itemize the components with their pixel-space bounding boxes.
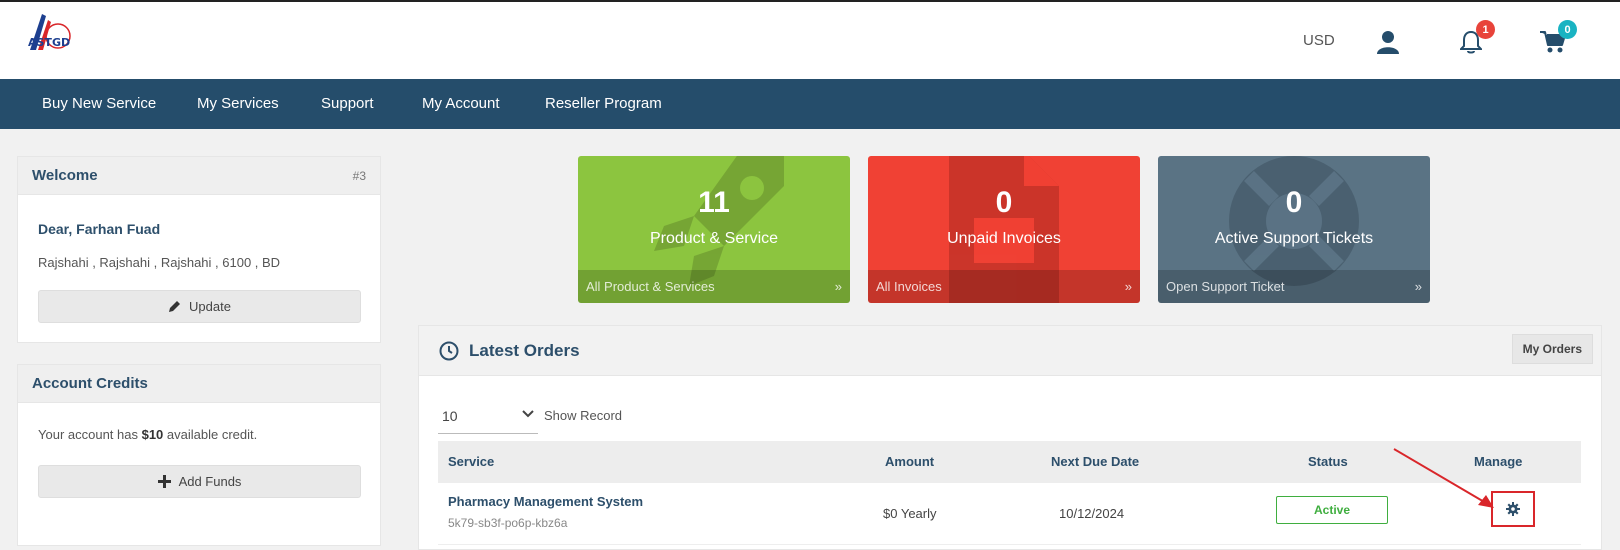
service-name-link[interactable]: Pharmacy Management System — [448, 494, 643, 509]
account-button[interactable] — [1370, 24, 1406, 60]
my-orders-button[interactable]: My Orders — [1511, 334, 1593, 364]
status-badge: Active — [1276, 496, 1388, 524]
tile-invoices-label: Unpaid Invoices — [947, 230, 1061, 247]
tile-product-link-text: All Product & Services — [586, 279, 715, 294]
update-button[interactable]: Update — [38, 290, 361, 323]
nav-my-services[interactable]: My Services — [197, 79, 279, 129]
page-size-value: 10 — [442, 408, 458, 424]
col-service: Service — [448, 454, 495, 469]
tile-tickets-link[interactable]: Open Support Ticket » — [1158, 270, 1430, 303]
latest-orders-title: Latest Orders — [469, 341, 580, 360]
add-funds-button[interactable]: Add Funds — [38, 465, 361, 498]
credits-text-before: Your account has — [38, 427, 142, 442]
service-amount: $0 Yearly — [883, 506, 937, 521]
tile-invoices-count: 0 — [995, 186, 1013, 219]
tile-tickets-count: 0 — [1285, 186, 1303, 219]
account-credits-panel: Account Credits Your account has $10 ava… — [17, 364, 381, 546]
tile-product-label: Product & Service — [649, 230, 779, 247]
tile-tickets-label: Active Support Tickets — [1214, 230, 1374, 247]
latest-orders-panel: Latest Orders My Orders 10 Show Record S… — [418, 325, 1602, 550]
cart-button[interactable]: 0 — [1535, 20, 1577, 60]
col-amount: Amount — [885, 454, 935, 469]
user-icon — [1377, 31, 1399, 54]
col-status: Status — [1308, 454, 1348, 469]
welcome-panel: Welcome #3 Dear, Farhan Fuad Rajshahi , … — [17, 156, 381, 343]
chevron-right-icon: » — [834, 279, 842, 294]
cart-badge: 0 — [1558, 20, 1577, 39]
update-label: Update — [189, 299, 231, 314]
nav-buy-new-service[interactable]: Buy New Service — [42, 79, 156, 129]
site-logo[interactable]: ASTGD — [24, 10, 76, 62]
gear-icon — [1506, 502, 1520, 516]
tile-product-link[interactable]: All Product & Services » — [578, 270, 850, 303]
credits-amount: $10 — [141, 427, 164, 442]
chevron-right-icon: » — [1414, 279, 1422, 294]
chevron-down-icon — [522, 410, 534, 418]
logo-text: ASTGD — [28, 36, 70, 49]
credits-text-after: available credit. — [163, 427, 258, 442]
credits-title: Account Credits — [32, 375, 148, 392]
show-record-label: Show Record — [544, 408, 623, 423]
notifications-button[interactable]: 1 — [1453, 20, 1495, 60]
pencil-icon — [169, 301, 181, 312]
credits-text: Your account has $10 available credit. — [38, 427, 257, 442]
chevron-right-icon: » — [1124, 279, 1132, 294]
tile-invoices-link-text: All Invoices — [876, 279, 942, 294]
service-due-date: 10/12/2024 — [1059, 506, 1125, 521]
tile-product-count: 11 — [698, 186, 730, 219]
clock-icon — [439, 341, 459, 361]
tile-invoices-link[interactable]: All Invoices » — [868, 270, 1140, 303]
client-address: Rajshahi , Rajshahi , Rajshahi , 6100 , … — [38, 255, 281, 270]
tile-unpaid-invoices[interactable]: 0 Unpaid Invoices All Invoices » — [868, 156, 1140, 303]
notifications-badge: 1 — [1476, 20, 1495, 39]
tile-product-service[interactable]: 11 Product & Service All Product & Servi… — [578, 156, 850, 303]
currency-selector[interactable]: USD — [1303, 32, 1335, 49]
nav-my-account[interactable]: My Account — [422, 79, 500, 129]
greeting: Dear, Farhan Fuad — [38, 221, 161, 237]
tile-tickets-link-text: Open Support Ticket — [1166, 279, 1285, 294]
service-code: 5k79-sb3f-po6p-kbz6a — [448, 516, 568, 530]
top-header: ASTGD USD 1 0 — [0, 0, 1620, 79]
nav-support[interactable]: Support — [321, 79, 374, 129]
nav-reseller-program[interactable]: Reseller Program — [545, 79, 662, 129]
add-funds-label: Add Funds — [178, 474, 242, 489]
welcome-title: Welcome — [32, 167, 98, 184]
plus-icon — [157, 475, 171, 488]
main-nav: Buy New Service My Services Support My A… — [0, 79, 1620, 129]
page-size-select[interactable]: 10 — [438, 400, 538, 434]
tile-support-tickets[interactable]: 0 Active Support Tickets Open Support Ti… — [1158, 156, 1430, 303]
client-id: #3 — [352, 168, 366, 183]
col-next-due-date: Next Due Date — [1051, 454, 1140, 469]
annotation-arrow — [1393, 448, 1494, 508]
